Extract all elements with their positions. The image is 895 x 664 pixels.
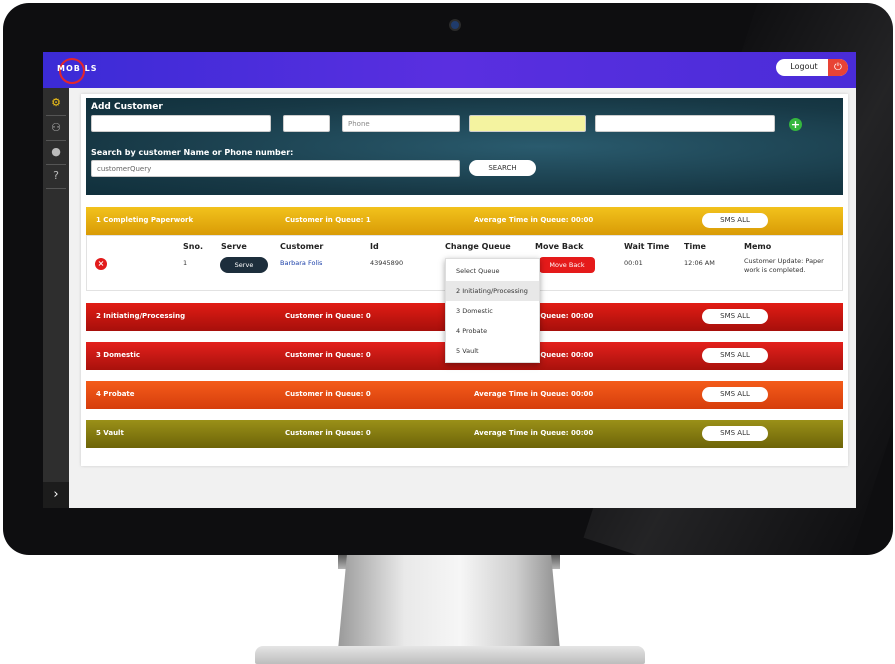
sidebar: ⚙ ⚇ ● ? ›: [43, 88, 69, 508]
highlighted-input[interactable]: [469, 115, 586, 132]
app-screen: MOB LS Logout ⏻ ⚙ ⚇ ● ? › Add Customer P…: [43, 52, 856, 508]
dropdown-option[interactable]: 4 Probate: [446, 321, 539, 341]
queue-count: Customer in Queue: 0: [285, 312, 371, 320]
col-header-move-back: Move Back: [535, 242, 584, 251]
webcam-icon: [449, 19, 461, 31]
sidebar-divider: [46, 140, 66, 141]
col-header-customer: Customer: [280, 242, 324, 251]
top-bar: MOB LS Logout ⏻: [43, 52, 856, 88]
col-header-serve: Serve: [221, 242, 247, 251]
sms-all-button[interactable]: SMS ALL: [702, 348, 768, 363]
logo-text: MOB LS: [57, 64, 98, 73]
first-name-input[interactable]: [91, 115, 271, 132]
col-header-change-queue: Change Queue: [445, 242, 511, 251]
col-header-memo: Memo: [744, 242, 772, 251]
cell-sno: 1: [183, 259, 188, 267]
queue-bar[interactable]: 5 Vault Customer in Queue: 0 Average Tim…: [86, 420, 843, 448]
cell-memo: Customer Update: Paper work is completed…: [744, 257, 824, 274]
queue-avg-time: Average Time in Queue: 00:00: [474, 429, 594, 437]
move-back-button[interactable]: Move Back: [539, 257, 595, 273]
logo[interactable]: MOB LS: [55, 56, 107, 84]
middle-input[interactable]: [283, 115, 330, 132]
queue-bar[interactable]: 4 Probate Customer in Queue: 0 Average T…: [86, 381, 843, 409]
queue-avg-time: Average Time in Queue: 00:00: [474, 390, 594, 398]
queue-name: 2 Initiating/Processing: [96, 312, 186, 320]
add-customer-panel: Add Customer Phone + Search by customer …: [86, 98, 843, 195]
gear-icon[interactable]: ⚙: [46, 93, 66, 113]
help-icon[interactable]: ?: [46, 166, 66, 186]
power-icon: ⏻: [828, 59, 848, 76]
dropdown-option[interactable]: 5 Vault: [446, 341, 539, 361]
logout-button[interactable]: Logout ⏻: [776, 59, 848, 76]
remove-customer-button[interactable]: ×: [95, 258, 107, 270]
cell-customer[interactable]: Barbara Folis: [280, 259, 322, 267]
queue-bar[interactable]: 1 Completing Paperwork Customer in Queue…: [86, 207, 843, 235]
users-icon[interactable]: ⚇: [46, 118, 66, 138]
queue-avg-time: Average Time in Queue: 00:00: [474, 216, 594, 224]
queue-count: Customer in Queue: 0: [285, 429, 371, 437]
cell-id: 43945890: [370, 259, 404, 267]
monitor-stand: [338, 555, 560, 650]
dropdown-option[interactable]: Select Queue: [446, 261, 539, 281]
sidebar-divider: [46, 115, 66, 116]
monitor-base: [255, 646, 645, 664]
add-customer-title: Add Customer: [91, 102, 163, 112]
queue-name: 4 Probate: [96, 390, 135, 398]
col-header-wait-time: Wait Time: [624, 242, 670, 251]
queue-count: Customer in Queue: 0: [285, 351, 371, 359]
sms-all-button[interactable]: SMS ALL: [702, 213, 768, 228]
phone-input[interactable]: Phone: [342, 115, 460, 132]
search-input[interactable]: customerQuery: [91, 160, 460, 177]
search-label: Search by customer Name or Phone number:: [91, 148, 294, 157]
sms-all-button[interactable]: SMS ALL: [702, 309, 768, 324]
cell-time: 12:06 AM: [684, 259, 715, 267]
queue-count: Customer in Queue: 1: [285, 216, 371, 224]
serve-button[interactable]: Serve: [220, 257, 268, 273]
dropdown-option[interactable]: 3 Domestic: [446, 301, 539, 321]
queue-name: 5 Vault: [96, 429, 124, 437]
memo-input[interactable]: [595, 115, 775, 132]
add-customer-button[interactable]: +: [789, 118, 802, 131]
logout-label: Logout: [790, 62, 818, 71]
main-content: Add Customer Phone + Search by customer …: [81, 94, 848, 466]
change-queue-dropdown[interactable]: Select Queue 2 Initiating/Processing 3 D…: [445, 258, 540, 363]
sms-all-button[interactable]: SMS ALL: [702, 387, 768, 402]
chevron-right-icon[interactable]: ›: [43, 482, 69, 508]
cell-wait-time: 00:01: [624, 259, 643, 267]
queue-name: 1 Completing Paperwork: [96, 216, 194, 224]
col-header-sno: Sno.: [183, 242, 203, 251]
queue-count: Customer in Queue: 0: [285, 390, 371, 398]
sidebar-divider: [46, 188, 66, 189]
queue-name: 3 Domestic: [96, 351, 141, 359]
col-header-id: Id: [370, 242, 379, 251]
sms-all-button[interactable]: SMS ALL: [702, 426, 768, 441]
dropdown-option-highlighted[interactable]: 2 Initiating/Processing: [446, 281, 539, 301]
search-button[interactable]: SEARCH: [469, 160, 536, 176]
info-icon[interactable]: ●: [46, 142, 66, 162]
col-header-time: Time: [684, 242, 706, 251]
sidebar-divider: [46, 164, 66, 165]
